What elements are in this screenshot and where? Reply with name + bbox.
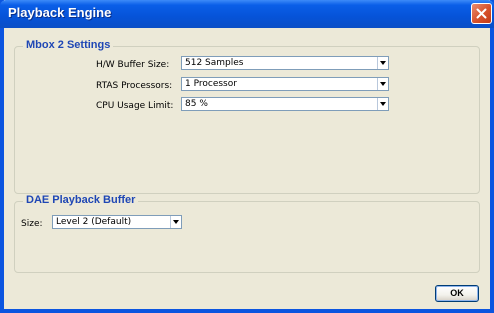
rtas-processors-select[interactable]: 1 Processor [181, 77, 389, 91]
cpu-usage-limit-value: 85 % [185, 99, 208, 109]
size-label: Size: [21, 219, 43, 229]
mbox-settings-label: Mbox 2 Settings [23, 39, 114, 51]
rtas-processors-label: RTAS Processors: [96, 81, 173, 91]
chevron-down-icon[interactable] [377, 78, 388, 90]
size-select[interactable]: Level 2 (Default) [52, 215, 182, 229]
chevron-down-icon[interactable] [377, 57, 388, 69]
rtas-processors-value: 1 Processor [185, 79, 237, 89]
chevron-down-icon[interactable] [170, 216, 181, 228]
window-title: Playback Engine [8, 5, 112, 20]
ok-button[interactable]: OK [435, 285, 479, 302]
dae-playback-buffer-label: DAE Playback Buffer [23, 194, 139, 206]
close-icon [476, 8, 487, 19]
hw-buffer-size-value: 512 Samples [185, 58, 244, 68]
title-bar[interactable]: Playback Engine [0, 0, 494, 28]
chevron-down-icon[interactable] [377, 98, 388, 110]
dae-playback-buffer-group: DAE Playback Buffer [14, 194, 480, 273]
close-button[interactable] [471, 3, 492, 24]
cpu-usage-limit-label: CPU Usage Limit: [96, 101, 174, 111]
size-value: Level 2 (Default) [56, 217, 132, 227]
playback-engine-dialog: Playback Engine Mbox 2 Settings H/W Buff… [0, 0, 494, 313]
hw-buffer-size-label: H/W Buffer Size: [96, 60, 170, 70]
hw-buffer-size-select[interactable]: 512 Samples [181, 56, 389, 70]
cpu-usage-limit-select[interactable]: 85 % [181, 97, 389, 111]
